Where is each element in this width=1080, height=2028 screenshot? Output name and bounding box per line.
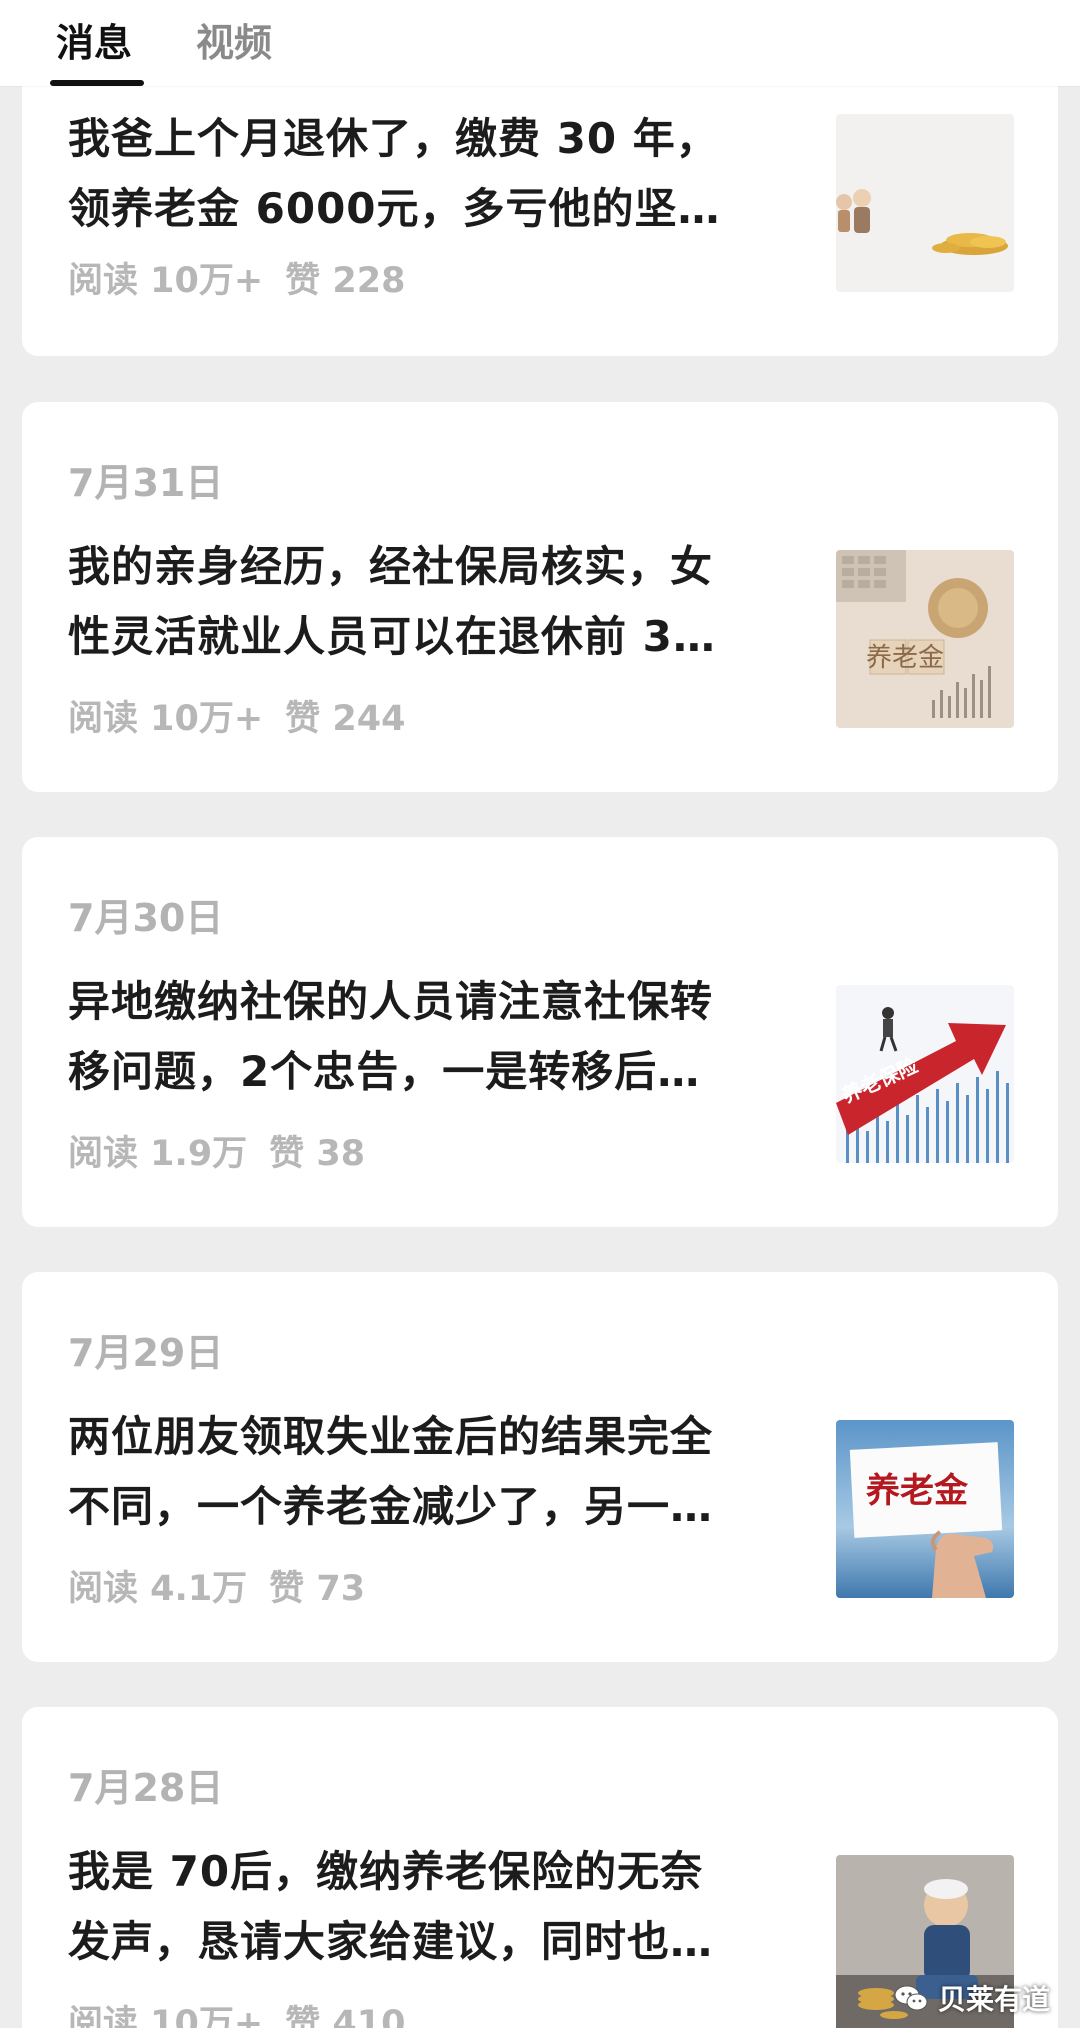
article-title: 我是 70后，缴纳养老保险的无奈 发声，恳请大家给建议，同时也… bbox=[68, 1847, 714, 1966]
like-count: 赞 73 bbox=[269, 1569, 366, 1609]
like-count: 赞 38 bbox=[269, 1134, 366, 1174]
article-stats: 阅读 1.9万赞 38 bbox=[68, 1125, 365, 1176]
like-count: 赞 244 bbox=[285, 699, 406, 739]
tab-bar: 消息 视频 bbox=[0, 0, 1080, 86]
thumbnail-caption: 养老金 bbox=[866, 1471, 969, 1511]
publish-date: 7月31日 bbox=[68, 461, 224, 505]
tab-videos[interactable]: 视频 bbox=[196, 18, 272, 68]
publish-date: 7月30日 bbox=[68, 896, 224, 940]
article-card[interactable]: 我爸上个月退休了，缴费 30 年， 领养老金 6000元，多亏他的坚… 阅读 1… bbox=[22, 60, 1058, 356]
read-count: 阅读 10万+ bbox=[68, 261, 264, 301]
article-title: 我的亲身经历，经社保局核实，女 性灵活就业人员可以在退休前 3… bbox=[68, 542, 716, 661]
article-stats: 阅读 4.1万赞 73 bbox=[68, 1560, 365, 1611]
publish-date: 7月28日 bbox=[68, 1766, 224, 1810]
tab-messages[interactable]: 消息 bbox=[56, 18, 132, 68]
like-count: 赞 410 bbox=[285, 2004, 406, 2028]
read-count: 阅读 10万+ bbox=[68, 2004, 264, 2028]
article-stats: 阅读 10万+ 赞 228 bbox=[68, 252, 405, 303]
publish-date: 7月29日 bbox=[68, 1331, 224, 1375]
article-title: 我爸上个月退休了，缴费 30 年， 领养老金 6000元，多亏他的坚… bbox=[68, 114, 721, 233]
like-count: 赞 228 bbox=[285, 261, 406, 301]
wechat-icon bbox=[894, 1985, 928, 2011]
article-stats: 阅读 10万+ 赞 244 bbox=[68, 690, 405, 741]
active-tab-indicator bbox=[50, 80, 144, 86]
thumbnail-caption: 养老金 bbox=[866, 643, 944, 673]
read-count: 阅读 4.1万 bbox=[68, 1569, 248, 1609]
article-thumbnail[interactable] bbox=[836, 114, 1014, 292]
read-count: 阅读 1.9万 bbox=[68, 1134, 248, 1174]
article-card[interactable]: 7月30日 异地缴纳社保的人员请注意社保转 移问题，2个忠告，一是转移后… 阅读… bbox=[22, 837, 1058, 1227]
article-card[interactable]: 7月31日 我的亲身经历，经社保局核实，女 性灵活就业人员可以在退休前 3… 阅… bbox=[22, 402, 1058, 792]
read-count: 阅读 10万+ bbox=[68, 699, 264, 739]
article-thumbnail[interactable]: 养老金 bbox=[836, 550, 1014, 728]
article-card[interactable]: 7月29日 两位朋友领取失业金后的结果完全 不同，一个养老金减少了，另一… 阅读… bbox=[22, 1272, 1058, 1662]
article-thumbnail[interactable]: 养老金 bbox=[836, 1420, 1014, 1598]
watermark-text: 贝莱有道 bbox=[937, 1983, 1050, 2016]
article-list-page: 消息 视频 我爸上个月退休了，缴费 30 年， 领养老金 6000元，多亏他的坚… bbox=[0, 0, 1080, 2028]
wechat-watermark: 贝莱有道 bbox=[894, 1976, 1050, 2020]
article-stats: 阅读 10万+ 赞 410 bbox=[68, 1995, 405, 2028]
article-title: 两位朋友领取失业金后的结果完全 不同，一个养老金减少了，另一… bbox=[68, 1412, 714, 1531]
article-title: 异地缴纳社保的人员请注意社保转 移问题，2个忠告，一是转移后… bbox=[68, 977, 714, 1096]
article-thumbnail[interactable]: 养老保险 bbox=[836, 985, 1014, 1163]
